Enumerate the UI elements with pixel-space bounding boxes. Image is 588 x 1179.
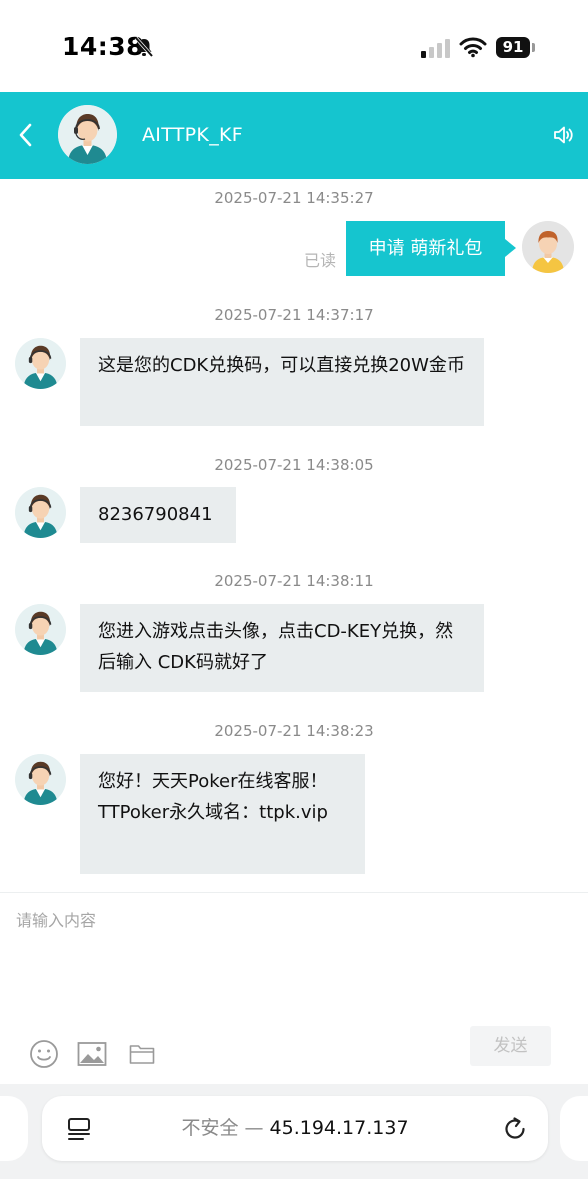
send-button[interactable]: 发送: [470, 1026, 551, 1066]
message-line: TTPoker永久域名：ttpk.vip: [98, 802, 328, 823]
insecure-label: 不安全 —: [181, 1117, 264, 1139]
agent-avatar[interactable]: [15, 338, 66, 389]
agent-message-bubble[interactable]: 8236790841: [80, 487, 236, 543]
message-timestamp: 2025-07-21 14:38:23: [214, 722, 374, 740]
image-icon[interactable]: [77, 1041, 107, 1067]
chat-header: AITTPK_KF: [0, 92, 588, 179]
status-time: 14:38: [62, 32, 145, 61]
agent-portrait-icon: [15, 604, 66, 655]
speaker-icon[interactable]: [552, 124, 574, 146]
browser-toolbar: 不安全 — 45.194.17.137: [0, 1084, 588, 1179]
chat-title: AITTPK_KF: [142, 124, 243, 146]
message-timestamp: 2025-07-21 14:37:17: [214, 306, 374, 324]
next-tab-peek[interactable]: [560, 1096, 588, 1161]
user-message-bubble[interactable]: 申请 萌新礼包: [346, 221, 505, 276]
url-address: 45.194.17.137: [269, 1117, 409, 1139]
previous-tab-peek[interactable]: [0, 1096, 28, 1161]
agent-avatar[interactable]: [15, 754, 66, 805]
reload-icon[interactable]: [502, 1116, 528, 1142]
agent-portrait-icon: [15, 487, 66, 538]
agent-message-bubble[interactable]: 这是您的CDK兑换码，可以直接兑换20W金币: [80, 338, 484, 426]
back-chevron-icon[interactable]: [16, 122, 36, 148]
message-timestamp: 2025-07-21 14:38:11: [214, 572, 374, 590]
message-timestamp: 2025-07-21 14:38:05: [214, 456, 374, 474]
agent-portrait-icon: [15, 338, 66, 389]
agent-avatar[interactable]: [58, 105, 117, 164]
emoji-icon[interactable]: [29, 1039, 59, 1069]
address-bar[interactable]: 不安全 — 45.194.17.137: [42, 1096, 548, 1161]
read-receipt: 已读: [304, 251, 337, 270]
message-timestamp: 2025-07-21 14:35:27: [214, 189, 374, 207]
agent-avatar[interactable]: [15, 487, 66, 538]
url-display[interactable]: 不安全 — 45.194.17.137: [42, 1096, 548, 1161]
battery-tip: [532, 43, 535, 52]
battery-indicator: 91: [496, 37, 530, 58]
user-avatar[interactable]: [522, 221, 574, 273]
folder-icon[interactable]: [129, 1043, 155, 1065]
chat-messages[interactable]: 2025-07-21 14:35:27 已读 申请 萌新礼包 2025-07-2…: [0, 179, 588, 892]
status-bar: 14:38 91: [0, 0, 588, 92]
cellular-signal-icon: [421, 39, 450, 58]
agent-message-bubble[interactable]: 您进入游戏点击头像，点击CD-KEY兑换，然后输入 CDK码就好了: [80, 604, 484, 692]
message-line: 您好！天天Poker在线客服！: [98, 771, 328, 792]
bell-off-icon: [134, 36, 154, 58]
agent-portrait-icon: [58, 105, 117, 164]
wifi-icon: [459, 37, 487, 58]
agent-message-bubble[interactable]: 您好！天天Poker在线客服！ TTPoker永久域名：ttpk.vip: [80, 754, 365, 874]
message-input[interactable]: 请输入内容: [16, 907, 96, 931]
agent-portrait-icon: [15, 754, 66, 805]
agent-avatar[interactable]: [15, 604, 66, 655]
bubble-tail: [505, 239, 516, 257]
message-composer: 请输入内容 发送: [0, 892, 588, 1084]
user-portrait-icon: [522, 221, 574, 273]
